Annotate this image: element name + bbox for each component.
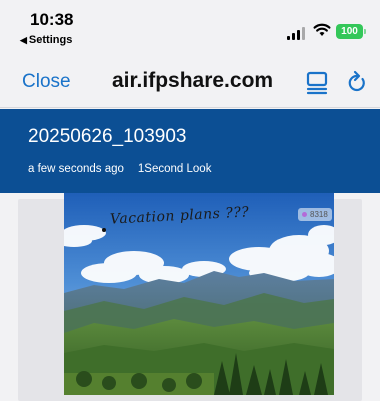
file-views: 1Second Look — [137, 163, 212, 175]
back-triangle-icon: ◀ — [20, 35, 27, 45]
status-bar: 10:38 ◀ Settings 100 — [0, 0, 380, 58]
battery-level: 100 — [341, 26, 358, 37]
file-title: 20250626_103903 — [28, 126, 187, 147]
file-header: 20250626_103903 a few seconds ago 1Second… — [0, 109, 380, 193]
display-list-icon[interactable] — [306, 71, 328, 95]
badge-dot-icon — [302, 212, 307, 217]
cellular-signal-icon — [287, 26, 305, 40]
shared-photo[interactable] — [64, 193, 334, 395]
annotation-dot — [102, 228, 106, 232]
photo-badge: 8318 — [298, 208, 332, 221]
back-to-app-link[interactable]: ◀ Settings — [20, 34, 72, 46]
close-button[interactable]: Close — [22, 71, 71, 93]
file-age: a few seconds ago — [28, 163, 124, 175]
back-app-label: Settings — [28, 34, 73, 46]
badge-count: 8318 — [310, 210, 328, 219]
status-time: 10:38 — [30, 10, 74, 29]
navigation-bar: Close air.ifpshare.com — [0, 58, 380, 108]
wifi-icon — [313, 23, 331, 36]
refresh-icon[interactable] — [347, 69, 367, 95]
battery-icon: 100 — [336, 24, 366, 39]
file-meta: a few seconds ago 1Second Look — [28, 163, 211, 175]
page-title: air.ifpshare.com — [112, 69, 274, 92]
